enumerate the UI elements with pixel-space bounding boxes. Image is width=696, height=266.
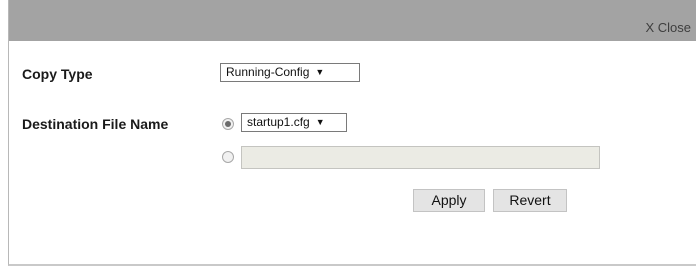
revert-button[interactable]: Revert <box>493 189 567 212</box>
apply-button[interactable]: Apply <box>413 189 485 212</box>
chevron-down-icon: ▼ <box>315 67 325 77</box>
copy-type-select[interactable]: Running-Config ▼ <box>220 63 360 82</box>
copy-type-label: Copy Type <box>22 66 93 82</box>
destination-file-select-radio[interactable] <box>222 118 234 130</box>
dialog-title-bar: X Close <box>9 0 696 41</box>
destination-file-select[interactable]: startup1.cfg ▼ <box>241 113 347 132</box>
destination-file-selected-value: startup1.cfg <box>247 115 310 129</box>
destination-custom-name-radio[interactable] <box>222 151 234 163</box>
close-button[interactable]: X Close <box>645 20 691 35</box>
destination-file-name-label: Destination File Name <box>22 116 169 132</box>
destination-custom-name-input[interactable] <box>241 146 600 169</box>
chevron-down-icon: ▼ <box>315 117 325 127</box>
copy-config-dialog: X Close Copy Type Running-Config ▼ Destin… <box>8 0 696 266</box>
copy-type-selected-value: Running-Config <box>226 65 310 79</box>
